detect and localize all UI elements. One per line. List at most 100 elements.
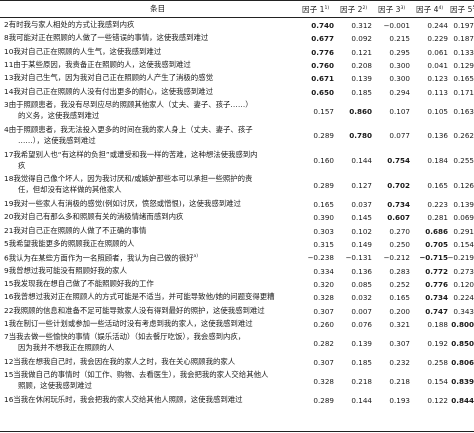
loading-value-factor-5: 0.171 xyxy=(453,87,474,97)
loading-value-factor-3: 0.107 xyxy=(389,106,410,116)
loading-value-factor-2: 0.780 xyxy=(349,131,372,141)
table-row: 16当我在休闲玩乐时，我会把我的家人交给其他人照顾，这使我感到难过 0.289 0.… xyxy=(0,394,474,407)
table-row: 3由于照顾患者，我没有尽到应尽的照顾其他家人（丈夫、妻子、孩子……） 的义务，这使… xyxy=(0,99,474,124)
loading-value-factor-5: 0.154 xyxy=(453,239,474,249)
loading-value-factor-2: −0.131 xyxy=(345,253,372,263)
loading-value-factor-2: 0.032 xyxy=(351,293,372,303)
factor-footnote-marker: 4) xyxy=(438,6,444,11)
table-bottom-rule xyxy=(0,431,474,433)
item-text: 14我对自己正在照顾的人没有付出更多的耐心，这使我感到难过 xyxy=(4,86,298,97)
loading-value-factor-1: 0.289 xyxy=(313,131,334,141)
loading-value-factor-2: 0.085 xyxy=(351,280,372,289)
factor-label: 因子 5 xyxy=(450,5,473,14)
item-text: 11由于某些原因，我责备正在照顾的人，这使我感到难过 xyxy=(4,59,298,70)
item-line: 13我对自己生气，因为我对自己正在照顾的人产生了消极的感觉 xyxy=(4,73,213,83)
loading-value-factor-1: 0.315 xyxy=(313,239,334,249)
loading-value-factor-1: 0.289 xyxy=(313,396,334,406)
loading-value-factor-3: 0.270 xyxy=(389,226,410,236)
loading-value-factor-2: 0.136 xyxy=(351,266,372,276)
loading-value-factor-5: 0.850 xyxy=(451,339,474,349)
loading-value-factor-2: 0.121 xyxy=(351,47,372,57)
item-text: 13我对自己生气，因为我对自己正在照顾的人产生了消极的感觉 xyxy=(4,72,298,83)
item-line: 6我认为在某些方面作为一名照顾者，我认为自己做的很好 xyxy=(4,253,194,263)
loading-value-factor-5: 0.273 xyxy=(453,266,474,276)
loading-value-factor-1: 0.307 xyxy=(313,358,334,368)
loading-value-factor-2: 0.860 xyxy=(349,106,372,116)
column-header-item: 条目 xyxy=(150,4,166,13)
item-text: 1我在制订一些计划或参加一些活动时没有考虑到我的家人，这使我感到难过 xyxy=(4,318,298,329)
factor-footnote-marker: 2) xyxy=(362,6,368,11)
item-line: 3由于照顾患者，我没有尽到应尽的照顾其他家人（丈夫、妻子、孩子……） xyxy=(4,100,253,110)
loading-value-factor-2: 0.185 xyxy=(351,87,372,97)
item-line: 的义务，这使我感到难过 xyxy=(18,111,100,121)
loading-value-factor-3: 0.200 xyxy=(389,306,410,316)
loading-value-factor-2: 0.102 xyxy=(351,226,372,236)
table-row: 18我觉得自己像个坏人，因为我讨厌和/或嫉妒那些本可以承担一些照护的责 任，但却没… xyxy=(0,173,474,198)
loading-value-factor-5: 0.291 xyxy=(453,226,474,236)
loading-value-factor-3: 0.307 xyxy=(389,339,410,349)
loading-value-factor-3: 0.754 xyxy=(387,156,410,166)
column-header-factor-3: 因子 33) xyxy=(378,1,405,17)
loading-value-factor-2: 0.208 xyxy=(351,61,372,71)
loading-value-factor-3: 0.321 xyxy=(389,320,410,330)
loading-value-factor-2: 0.037 xyxy=(351,199,372,209)
item-line: 21我对自己正在照顾的人做了不正确的事情 xyxy=(4,225,147,235)
table-row: 6我认为在某些方面作为一名照顾者，我认为自己做的很好a) −0.238 −0.131… xyxy=(0,251,474,264)
loading-value-factor-1: 0.328 xyxy=(313,377,334,387)
item-footnote-marker: a) xyxy=(193,254,199,260)
table-row: 21我对自己正在照顾的人做了不正确的事情 0.303 0.102 0.270 0.686… xyxy=(0,225,474,238)
loading-value-factor-5: 0.806 xyxy=(451,358,474,368)
loading-value-factor-1: 0.165 xyxy=(313,199,334,209)
item-text: 7当我去做一些愉快的事情（娱乐活动）（如去餐厅吃饭），我会感到内疚， 因为我并不想… xyxy=(4,331,298,353)
loading-value-factor-5: 0.255 xyxy=(453,156,474,166)
item-line: 19我对一些家人有消极的感觉(例如讨厌，愤怒或憎恨)，这使我感到难过 xyxy=(4,198,241,208)
loading-value-factor-2: 0.144 xyxy=(351,156,372,166)
item-text: 22我照顾的信息和准备不足可能导致家人没有得到最好的照护，这使我感到难过 xyxy=(4,305,298,316)
loading-value-factor-3: 0.232 xyxy=(389,358,410,368)
column-header-factor-1: 因子 11) xyxy=(302,1,329,17)
loading-value-factor-1: 0.334 xyxy=(313,266,334,276)
loading-value-factor-5: 0.262 xyxy=(453,131,474,141)
factor-footnote-marker: 3) xyxy=(400,6,406,11)
table-row: 19我对一些家人有消极的感觉(例如讨厌，愤怒或憎恨)，这使我感到难过 0.165 0… xyxy=(0,198,474,211)
item-line: 11由于某些原因，我责备正在照顾的人，这使我感到难过 xyxy=(4,60,191,70)
loading-value-factor-1: 0.260 xyxy=(313,320,334,330)
table-row: 1我在制订一些计划或参加一些活动时没有考虑到我的家人，这使我感到难过 0.260 0… xyxy=(0,318,474,331)
loading-value-factor-3: 0.295 xyxy=(389,47,410,57)
item-text: 8我可能对正在照顾的人做了一些错误的事情，这使我感到难过 xyxy=(4,32,298,43)
table-row: 4由于照顾患者，我无法投入更多的时间在我的家人身上（丈夫、妻子、孩子 ……），这使… xyxy=(0,124,474,149)
item-line: 16当我在休闲玩乐时，我会把我的家人交给其他人照顾，这使我感到难过 xyxy=(4,395,243,405)
loading-value-factor-5: 0.129 xyxy=(453,61,474,71)
loading-value-factor-3: 0.300 xyxy=(389,74,410,84)
item-line: 因为我并不想我正在照顾的人 xyxy=(18,343,115,353)
loading-value-factor-1: 0.303 xyxy=(313,226,334,236)
loading-value-factor-3: 0.607 xyxy=(387,213,410,223)
item-line: 任，但却没有这样做的其他家人 xyxy=(18,185,122,195)
loading-value-factor-3: 0.734 xyxy=(387,199,410,209)
loading-value-factor-2: 0.076 xyxy=(351,320,372,330)
loading-value-factor-3: 0.300 xyxy=(389,61,410,71)
loading-value-factor-5: −0.219 xyxy=(447,253,474,263)
loading-value-factor-1: 0.677 xyxy=(311,34,334,44)
table-row: 22我照顾的信息和准备不足可能导致家人没有得到最好的照护，这使我感到难过 0.30… xyxy=(0,305,474,318)
table-row: 2有时我与家人相处的方式让我感到内疚 0.740 0.312 −0.001 0.244 0… xyxy=(0,19,474,32)
item-text: 4由于照顾患者，我无法投入更多的时间在我的家人身上（丈夫、妻子、孩子 ……），这使… xyxy=(4,124,298,146)
loading-value-factor-3: 0.702 xyxy=(387,180,410,190)
item-line: 15我发现我在想自己做了不能照顾好我的工作 xyxy=(4,279,154,288)
loading-value-factor-5: 0.069 xyxy=(453,213,474,223)
loading-value-factor-1: 0.760 xyxy=(311,61,334,71)
table-row: 15当我做自己的事情时（如工作、购物、去看医生），我会把我的家人交给其他人 照顾，… xyxy=(0,369,474,394)
table-row: 11由于某些原因，我责备正在照顾的人，这使我感到难过 0.760 0.208 0.30… xyxy=(0,59,474,72)
loading-value-factor-3: 0.283 xyxy=(389,266,410,276)
loading-value-factor-5: 0.844 xyxy=(451,396,474,406)
loading-value-factor-3: 0.294 xyxy=(389,87,410,97)
table-row: 12当我在想我自己时，我会因在我的家人之时，我在关心照顾我的家人 0.307 0.1… xyxy=(0,356,474,369)
table-row: 13我对自己生气，因为我对自己正在照顾的人产生了消极的感觉 0.671 0.139 0… xyxy=(0,72,474,85)
loading-value-factor-1: 0.282 xyxy=(313,339,334,349)
loading-value-factor-3: 0.215 xyxy=(389,34,410,44)
loading-value-factor-3: −0.212 xyxy=(383,253,410,263)
loading-value-factor-5: 0.163 xyxy=(453,106,474,116)
item-line: 12当我在想我自己时，我会因在我的家人之时，我在关心照顾我的家人 xyxy=(4,357,236,367)
table-row: 20我对自己有那么多和照顾有关的消极情绪而感到内疚 0.390 0.145 0.607… xyxy=(0,211,474,224)
item-line: 4由于照顾患者，我无法投入更多的时间在我的家人身上（丈夫、妻子、孩子 xyxy=(4,124,253,134)
